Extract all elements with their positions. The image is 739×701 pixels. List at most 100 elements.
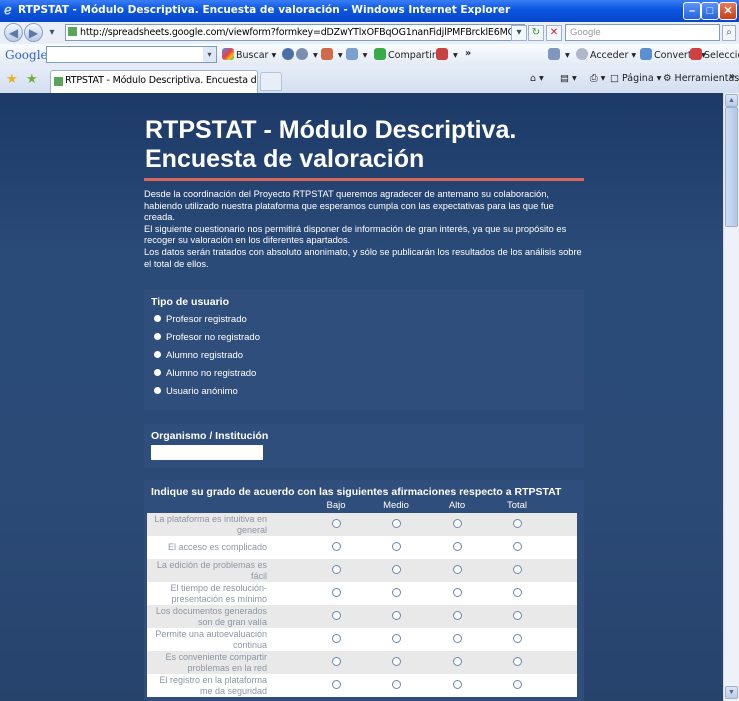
grid-row: El tiempo de resolución-presentación es … <box>147 582 577 605</box>
url-text: http://spreadsheets.google.com/viewform?… <box>80 27 515 38</box>
grid-radio-button[interactable] <box>453 565 462 574</box>
grid-row-label: El tiempo de resolución-presentación es … <box>170 583 267 604</box>
radio-button-icon[interactable] <box>154 369 161 376</box>
forward-button[interactable]: ▶ <box>24 23 43 42</box>
grid-radio-button[interactable] <box>513 611 522 620</box>
grid-radio-button[interactable] <box>332 519 341 528</box>
grid-radio-button[interactable] <box>332 611 341 620</box>
radio-option[interactable]: Alumno no registrado <box>154 368 256 379</box>
url-dropdown-icon[interactable]: ▾ <box>511 25 527 41</box>
compartir-button[interactable]: Compartir ▾ <box>374 48 444 61</box>
radio-option[interactable]: Profesor registrado <box>154 314 247 325</box>
seleccionar-button[interactable]: Seleccionar <box>690 48 739 61</box>
google-search-dropdown-icon[interactable]: ▾ <box>203 47 216 62</box>
question-title: Tipo de usuario <box>151 296 229 308</box>
buscar-button[interactable]: Buscar ▾ <box>222 48 276 61</box>
vertical-scrollbar[interactable]: ▲ ▼ <box>723 93 739 701</box>
search-placeholder: Google <box>570 27 601 38</box>
scroll-down-arrow-icon[interactable]: ▼ <box>725 686 738 699</box>
grid-radio-button[interactable] <box>392 588 401 597</box>
maximize-button[interactable]: □ <box>701 2 719 20</box>
acceder-button[interactable]: Acceder ▾ <box>576 48 636 61</box>
window-title: RTPSTAT - Módulo Descriptiva. Encuesta d… <box>18 4 511 16</box>
herramientas-menu[interactable]: ⚙ Herramientas ▾ <box>663 73 739 84</box>
scroll-up-arrow-icon[interactable]: ▲ <box>725 94 738 107</box>
feeds-button[interactable]: ▤ ▾ <box>560 73 577 84</box>
grid-radio-button[interactable] <box>513 519 522 528</box>
grid-radio-button[interactable] <box>392 680 401 689</box>
grid-radio-button[interactable] <box>332 542 341 551</box>
tab-rtpstat[interactable]: RTPSTAT - Módulo Descriptiva. Encuesta d… <box>50 70 258 93</box>
window-title-bar: ℯ RTPSTAT - Módulo Descriptiva. Encuesta… <box>0 0 739 22</box>
grid-radio-button[interactable] <box>453 680 462 689</box>
back-button[interactable]: ◀ <box>4 23 23 42</box>
command-more-button[interactable]: » <box>729 71 735 82</box>
grid-radio-button[interactable] <box>392 565 401 574</box>
grid-radio-button[interactable] <box>513 634 522 643</box>
grid-radio-button[interactable] <box>513 680 522 689</box>
favorites-star-icon[interactable]: ★ <box>6 71 18 87</box>
radio-button-icon[interactable] <box>154 387 161 394</box>
minimize-button[interactable]: – <box>683 2 701 20</box>
grid-radio-button[interactable] <box>513 657 522 666</box>
url-input[interactable]: http://spreadsheets.google.com/viewform?… <box>65 24 525 41</box>
grid-radio-button[interactable] <box>332 588 341 597</box>
question-title: Organismo / Institución <box>151 430 269 442</box>
pagina-menu[interactable]: □ Página ▾ <box>610 73 661 84</box>
options-icon <box>436 48 448 60</box>
grid-radio-button[interactable] <box>332 680 341 689</box>
form-title: RTPSTAT - Módulo Descriptiva. Encuesta d… <box>145 116 517 173</box>
question-tipo-usuario: Tipo de usuario Profesor registrado Prof… <box>144 290 584 410</box>
grid-row-label: La plataforma es intuitiva en general <box>154 514 267 535</box>
grid-radio-button[interactable] <box>453 588 462 597</box>
grid-radio-button[interactable] <box>332 565 341 574</box>
grid-row: Permite una autoevaluación continua <box>147 628 577 651</box>
refresh-icon[interactable]: ↻ <box>528 25 544 41</box>
grid-radio-button[interactable] <box>392 542 401 551</box>
grid-radio-button[interactable] <box>332 657 341 666</box>
add-favorites-icon[interactable]: ★ <box>26 71 38 87</box>
close-button[interactable]: ✕ <box>719 2 737 20</box>
grid-radio-button[interactable] <box>392 657 401 666</box>
grid-radio-button[interactable] <box>453 657 462 666</box>
toolbar-buttons-group[interactable]: ▾ ▾ ▾ <box>282 48 367 61</box>
grid-radio-button[interactable] <box>453 634 462 643</box>
grid-radio-button[interactable] <box>392 611 401 620</box>
grid-radio-button[interactable] <box>513 542 522 551</box>
share-icon <box>374 48 386 60</box>
radio-button-icon[interactable] <box>154 315 161 322</box>
google-logo: Google <box>5 48 48 62</box>
grid-radio-button[interactable] <box>392 519 401 528</box>
grid-radio-button[interactable] <box>453 611 462 620</box>
wrench-button[interactable]: ▾ <box>548 48 570 61</box>
search-input[interactable]: Google <box>565 24 720 41</box>
toolbar-more-button[interactable]: » <box>465 48 471 59</box>
pdf-icon <box>690 48 702 60</box>
radio-option[interactable]: Profesor no registrado <box>154 332 260 343</box>
stop-icon[interactable]: ✕ <box>546 25 562 41</box>
radio-option[interactable]: Usuario anónimo <box>154 386 238 397</box>
history-dropdown-icon[interactable]: ▾ <box>46 26 58 38</box>
home-button[interactable]: ⌂ ▾ <box>530 73 544 84</box>
grid-row-label: La edición de problemas es fácil <box>156 560 267 581</box>
description-paragraph: Desde la coordinación del Proyecto RTPST… <box>144 189 554 223</box>
grid-radio-button[interactable] <box>392 634 401 643</box>
grid-radio-button[interactable] <box>332 634 341 643</box>
print-button[interactable]: ⎙ ▾ <box>590 73 605 84</box>
radio-button-icon[interactable] <box>154 333 161 340</box>
scrollbar-thumb[interactable] <box>725 107 738 227</box>
title-divider <box>144 178 584 181</box>
radio-option[interactable]: Alumno registrado <box>154 350 243 361</box>
page-content: RTPSTAT - Módulo Descriptiva. Encuesta d… <box>0 93 723 701</box>
organismo-input[interactable] <box>151 445 263 460</box>
search-icon[interactable]: ⌕ <box>722 25 736 41</box>
radio-button-icon[interactable] <box>154 351 161 358</box>
new-tab-button[interactable] <box>260 72 282 91</box>
grid-radio-button[interactable] <box>453 542 462 551</box>
options-button[interactable]: ▾ <box>436 48 458 61</box>
grid-radio-button[interactable] <box>513 565 522 574</box>
grid-radio-button[interactable] <box>453 519 462 528</box>
grid-radio-button[interactable] <box>513 588 522 597</box>
grid-column-header: Medio <box>383 500 409 511</box>
google-search-input[interactable]: ▾ <box>46 46 217 63</box>
